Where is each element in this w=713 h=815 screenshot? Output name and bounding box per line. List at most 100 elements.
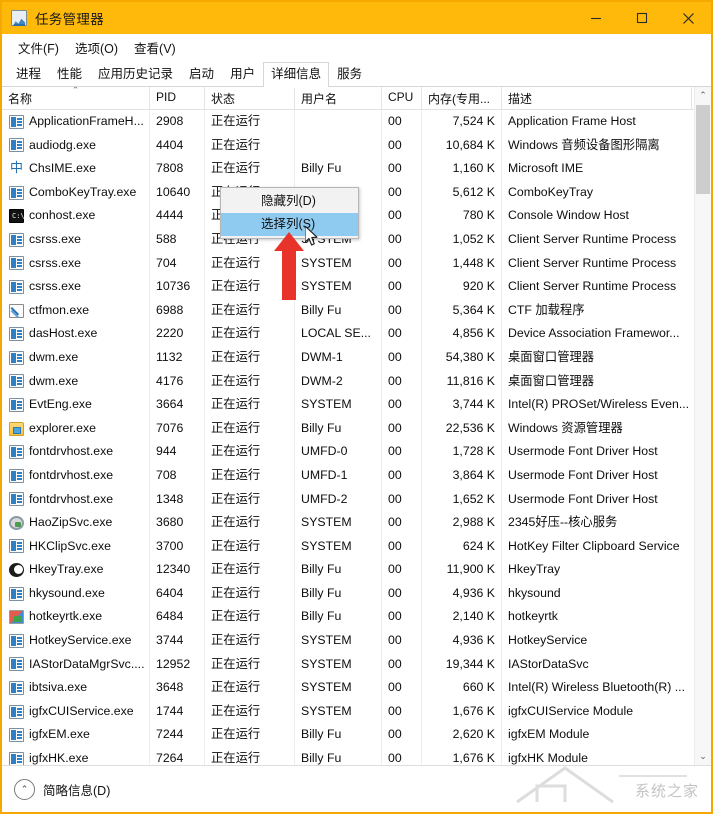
cell-memory: 1,448 K [422,251,502,276]
cell-description: Console Window Host [508,208,629,223]
cell-status: 正在运行 [205,393,295,417]
process-name-label: HotkeyService.exe [29,633,132,648]
scroll-down-arrow-icon[interactable]: ⌄ [695,748,711,765]
process-name-label: csrss.exe [29,279,81,294]
process-name-label: igfxEM.exe [29,727,90,742]
scrollbar-thumb[interactable] [696,105,710,194]
table-row[interactable]: audiodg.exe 4404 正在运行 00 10,684 K Windows 音频设… [2,133,711,158]
app-icon [9,539,24,554]
tab-startup[interactable]: 启动 [181,62,222,87]
process-name-label: csrss.exe [29,231,81,246]
table-row[interactable]: HaoZipSvc.exe 3680 正在运行 SYSTEM 00 2,988 K 2345… [2,511,711,535]
tab-performance[interactable]: 性能 [49,62,90,87]
table-row[interactable]: igfxEM.exe 7244 正在运行 Billy Fu 00 2,620 K igfxE… [2,723,711,748]
maximize-button[interactable] [619,2,665,34]
cell-description: Client Server Runtime Process [508,279,677,294]
tab-details[interactable]: 详细信息 [263,62,330,88]
tab-app-history[interactable]: 应用历史记录 [90,62,181,87]
cell-memory: 4,936 K [422,629,502,653]
process-name-label: fontdrvhost.exe [29,491,114,506]
cell-cpu: 00 [382,699,422,724]
cell-description: ComboKeyTray [508,184,593,199]
column-header-name[interactable]: ⌃ 名称 [2,87,150,109]
process-name-label: ctfmon.exe [29,302,90,317]
tab-users[interactable]: 用户 [222,62,263,87]
process-name-label: ChsIME.exe [29,161,96,176]
column-header-cpu[interactable]: CPU [382,87,422,109]
app-icon [9,492,24,507]
table-row[interactable]: csrss.exe 704 正在运行 SYSTEM 00 1,448 K Client Se… [2,251,711,276]
cell-status: 正在运行 [205,322,295,346]
cell-pid: 1744 [150,699,205,724]
cell-cpu: 00 [382,275,422,299]
tab-processes[interactable]: 进程 [8,62,49,87]
process-name-label: hotkeyrtk.exe [29,609,103,624]
cell-username: UMFD-1 [295,463,382,488]
cell-memory: 10,684 K [422,133,502,158]
cell-pid: 3648 [150,676,205,700]
table-row[interactable]: HkeyTray.exe 12340 正在运行 Billy Fu 00 11,900 K H… [2,558,711,582]
cell-process-name: igfxCUIService.exe [2,699,150,724]
table-row[interactable]: ApplicationFrameH... 2908 正在运行 00 7,524 K App… [2,110,711,134]
process-name-label: audiodg.exe [29,137,97,152]
vertical-scrollbar[interactable]: ⌃ ⌄ [694,87,711,765]
table-row[interactable]: EvtEng.exe 3664 正在运行 SYSTEM 00 3,744 K Intel(R… [2,393,711,417]
column-header-memory[interactable]: 内存(专用... [422,87,502,109]
cell-process-name: csrss.exe [2,275,150,299]
table-row[interactable]: dwm.exe 4176 正在运行 DWM-2 00 11,816 K 桌面窗口管理器 [2,369,711,394]
cell-pid: 704 [150,251,205,276]
cell-cpu: 00 [382,747,422,765]
table-row[interactable]: ctfmon.exe 6988 正在运行 Billy Fu 00 5,364 K CTF 加… [2,298,711,323]
table-row[interactable]: explorer.exe 7076 正在运行 Billy Fu 00 22,536 K Wi… [2,416,711,441]
cell-memory: 5,612 K [422,180,502,205]
cell-memory: 780 K [422,204,502,228]
table-row[interactable]: dwm.exe 1132 正在运行 DWM-1 00 54,380 K 桌面窗口管理器 [2,345,711,370]
column-header-username[interactable]: 用户名 [295,87,382,109]
cell-memory: 54,380 K [422,345,502,370]
title-bar: 任务管理器 [2,2,711,34]
cell-pid: 2220 [150,322,205,346]
cell-status: 正在运行 [205,652,295,677]
app-icon [9,138,24,153]
menu-item-view[interactable]: 查看(V) [126,35,184,60]
tab-services[interactable]: 服务 [329,62,370,87]
context-menu-item-hide-column[interactable]: 隐藏列(D) [221,190,358,213]
table-row[interactable]: 中 ChsIME.exe 7808 正在运行 Billy Fu 00 1,160 K Micr… [2,157,711,181]
table-row[interactable]: hkysound.exe 6404 正在运行 Billy Fu 00 4,936 K hky… [2,581,711,606]
table-row[interactable]: fontdrvhost.exe 1348 正在运行 UMFD-2 00 1,652 K Us… [2,487,711,512]
table-row[interactable]: igfxCUIService.exe 1744 正在运行 SYSTEM 00 1,676 … [2,699,711,724]
context-menu-item-select-columns[interactable]: 选择列(S) [221,213,358,236]
cell-memory: 660 K [422,676,502,700]
table-row[interactable]: fontdrvhost.exe 708 正在运行 UMFD-1 00 3,864 K Use… [2,463,711,488]
scroll-up-arrow-icon[interactable]: ⌃ [695,87,711,104]
cell-cpu: 00 [382,180,422,205]
rtk-icon [9,610,24,625]
cell-process-name: HaoZipSvc.exe [2,511,150,535]
menu-item-options[interactable]: 选项(O) [67,35,126,60]
table-row[interactable]: fontdrvhost.exe 944 正在运行 UMFD-0 00 1,728 K Use… [2,440,711,464]
cell-status: 正在运行 [205,251,295,276]
cell-description: Application Frame Host [508,114,636,128]
cell-process-name: igfxEM.exe [2,723,150,748]
table-row[interactable]: HKClipSvc.exe 3700 正在运行 SYSTEM 00 624 K HotKey… [2,534,711,559]
app-icon [9,327,24,342]
collapse-chevron-up-icon[interactable]: ⌃ [14,778,35,800]
table-row[interactable]: csrss.exe 10736 正在运行 SYSTEM 00 920 K Client Se… [2,275,711,299]
fewer-details-label[interactable]: 简略信息(D) [43,780,110,799]
cell-status: 正在运行 [205,558,295,582]
close-button[interactable] [665,2,711,34]
table-row[interactable]: hotkeyrtk.exe 6484 正在运行 Billy Fu 00 2,140 K ho… [2,605,711,630]
cell-username: SYSTEM [295,699,382,724]
column-header-status[interactable]: 状态 [205,87,295,109]
app-icon [9,397,24,412]
table-row[interactable]: HotkeyService.exe 3744 正在运行 SYSTEM 00 4,936 K… [2,629,711,653]
column-header-description[interactable]: 描述 [502,87,692,109]
column-header-pid[interactable]: PID [150,87,205,109]
menu-item-file[interactable]: 文件(F) [10,35,67,60]
cell-description: Client Server Runtime Process [508,231,677,246]
table-row[interactable]: igfxHK.exe 7264 正在运行 Billy Fu 00 1,676 K igfxH… [2,747,711,765]
table-row[interactable]: ibtsiva.exe 3648 正在运行 SYSTEM 00 660 K Intel(R)… [2,676,711,700]
table-row[interactable]: IAStorDataMgrSvc.... 12952 正在运行 SYSTEM 00 19,… [2,652,711,677]
table-row[interactable]: dasHost.exe 2220 正在运行 LOCAL SE... 00 4,856 K D… [2,322,711,346]
minimize-button[interactable] [573,2,619,34]
